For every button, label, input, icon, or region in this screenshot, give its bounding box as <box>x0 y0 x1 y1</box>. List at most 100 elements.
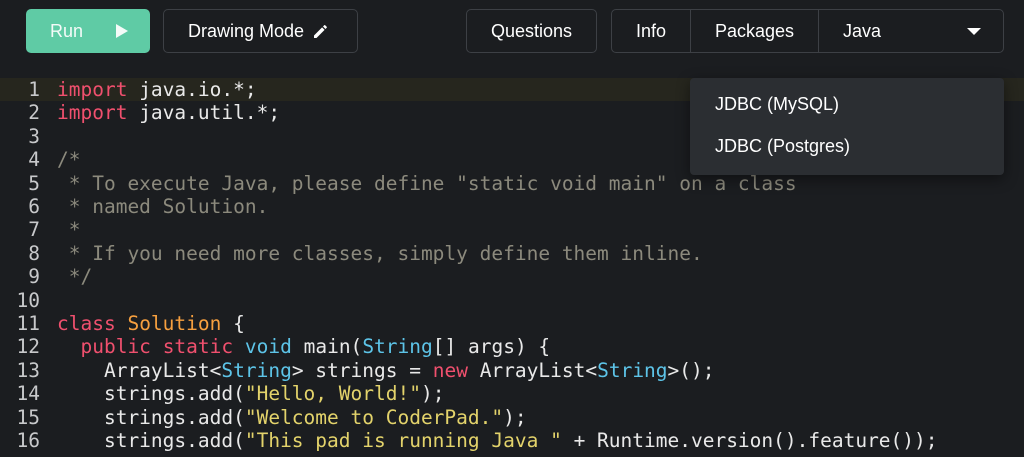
code-text: strings.add("Hello, World!"); <box>57 382 444 405</box>
line-number: 15 <box>16 405 40 429</box>
code-text: strings.add("This pad is running Java " … <box>57 429 938 452</box>
code-token: void <box>244 335 292 359</box>
code-text: strings.add("Welcome to CoderPad."); <box>57 406 527 429</box>
code-token: >(); <box>667 358 715 382</box>
line-number: 2 <box>28 101 40 125</box>
code-line[interactable]: 9 */ <box>0 265 1024 288</box>
code-line[interactable]: 10 <box>0 289 1024 312</box>
line-number: 12 <box>16 335 40 359</box>
code-text: /* <box>57 148 80 171</box>
run-button-label: Run <box>50 20 84 41</box>
drawing-mode-button[interactable]: Drawing Mode <box>163 9 358 53</box>
line-number: 7 <box>28 218 40 242</box>
code-line[interactable]: 8 * If you need more classes, simply def… <box>0 242 1024 265</box>
code-token: * named Solution. <box>57 195 269 218</box>
code-token: ArrayList< <box>57 358 222 382</box>
code-line[interactable]: 16 strings.add("This pad is running Java… <box>0 429 1024 452</box>
code-token: * If you need more classes, simply defin… <box>57 241 703 265</box>
code-text: * If you need more classes, simply defin… <box>57 242 703 265</box>
chevron-down-icon <box>967 27 981 35</box>
language-label: Java <box>843 20 882 41</box>
line-number: 3 <box>28 124 40 148</box>
packages-label: Packages <box>714 20 795 41</box>
package-item-jdbc-mysql[interactable]: JDBC (MySQL) <box>715 94 839 115</box>
packages-dropdown: JDBC (MySQL) JDBC (Postgres) <box>690 78 1004 175</box>
code-token: java.io.*; <box>127 78 257 101</box>
code-token: */ <box>57 265 93 289</box>
code-token: ); <box>420 382 445 406</box>
line-number: 11 <box>16 312 40 335</box>
code-text: * <box>57 218 81 242</box>
code-token: static <box>162 335 234 359</box>
code-text: * named Solution. <box>57 195 269 218</box>
code-token: strings.add( <box>57 382 245 406</box>
code-token: Solution <box>127 312 222 335</box>
language-select[interactable]: Java <box>819 10 1003 52</box>
line-number: 9 <box>28 265 40 289</box>
code-token: { <box>221 312 245 335</box>
code-text: */ <box>57 265 93 289</box>
code-line[interactable]: 12 public static void main(String[] args… <box>0 335 1024 358</box>
code-token: * To execute Java, please define "static… <box>57 171 797 195</box>
code-token: import <box>57 101 128 125</box>
pencil-icon <box>314 25 327 38</box>
line-number: 6 <box>28 195 40 218</box>
code-line[interactable]: 6 * named Solution. <box>0 195 1024 218</box>
code-text: * To execute Java, please define "static… <box>57 172 797 195</box>
code-token: class <box>57 312 116 335</box>
code-text: import java.util.*; <box>57 101 280 124</box>
packages-button[interactable]: Packages <box>691 10 819 52</box>
code-line[interactable]: 13 ArrayList<String> strings = new Array… <box>0 359 1024 382</box>
code-token: /* <box>57 148 81 172</box>
code-token: public <box>80 335 151 359</box>
code-token: "Welcome to CoderPad." <box>244 405 504 429</box>
info-label: Info <box>635 20 667 41</box>
code-token: strings.add( <box>57 429 245 452</box>
code-token: String <box>221 358 292 382</box>
code-token: "This pad is running Java " <box>244 429 562 452</box>
package-item-jdbc-postgres[interactable]: JDBC (Postgres) <box>715 136 850 157</box>
code-token: * <box>57 218 81 242</box>
code-token: ); <box>503 405 527 429</box>
code-line[interactable]: 7 * <box>0 218 1024 241</box>
code-token: import <box>57 78 128 101</box>
code-token: + Runtime.version().feature()); <box>561 429 938 452</box>
info-button[interactable]: Info <box>612 10 691 52</box>
code-text: public static void main(String[] args) { <box>57 335 550 358</box>
code-token: > strings = <box>291 358 433 382</box>
line-number: 16 <box>16 429 40 452</box>
line-number: 1 <box>28 78 40 101</box>
drawing-mode-label: Drawing Mode <box>188 20 305 41</box>
run-button[interactable]: Run <box>26 9 150 53</box>
code-token: strings.add( <box>57 405 245 429</box>
toolbar: Run Drawing Mode Questions Info Packages… <box>0 0 1024 62</box>
code-line[interactable]: 15 strings.add("Welcome to CoderPad."); <box>0 406 1024 429</box>
code-line[interactable]: 5 * To execute Java, please define "stat… <box>0 172 1024 195</box>
questions-button[interactable]: Questions <box>466 9 597 53</box>
line-number: 10 <box>16 288 40 312</box>
code-token: new <box>432 358 468 382</box>
line-number: 8 <box>28 241 40 265</box>
code-text: import java.io.*; <box>57 78 257 101</box>
toolbar-button-group: Info Packages Java <box>611 9 1004 53</box>
questions-label: Questions <box>490 20 573 41</box>
code-line[interactable]: 14 strings.add("Hello, World!"); <box>0 382 1024 405</box>
code-token: java.util.*; <box>127 101 281 125</box>
line-number: 14 <box>16 382 40 406</box>
line-number: 5 <box>28 171 40 195</box>
code-token: main( <box>291 335 363 359</box>
code-text: ArrayList<String> strings = new ArrayLis… <box>57 359 715 382</box>
code-text: class Solution { <box>57 312 245 335</box>
play-icon <box>116 24 128 38</box>
line-number: 4 <box>28 148 40 172</box>
code-token: ArrayList< <box>467 358 598 382</box>
code-token: [] args) { <box>432 335 551 359</box>
code-token: "Hello, World!" <box>244 382 421 406</box>
code-token: String <box>362 335 433 359</box>
code-line[interactable]: 11 class Solution { <box>0 312 1024 335</box>
code-token: String <box>597 358 668 382</box>
